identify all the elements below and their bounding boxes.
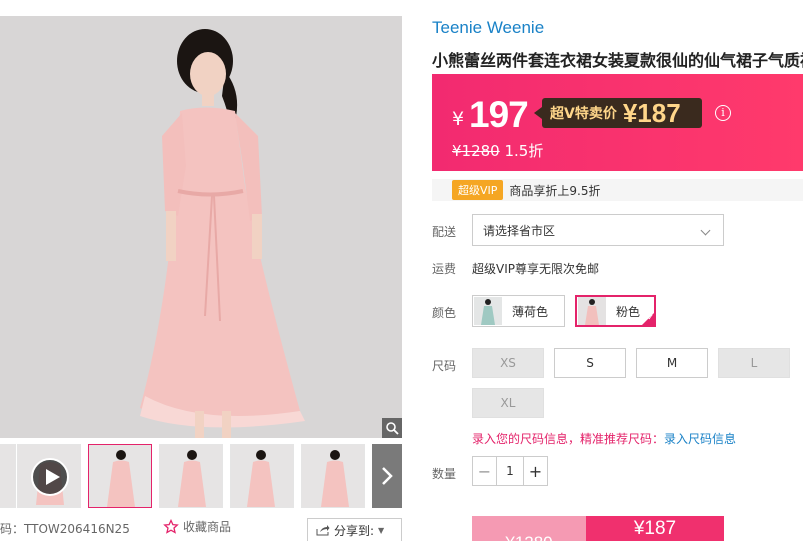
favorite-label: 收藏商品 [183, 520, 232, 534]
product-title: 小熊蕾丝两件套连衣裙女装夏款很仙的仙气裙子气质裙 [432, 51, 803, 70]
share-dropdown[interactable]: 分享到: ▼ [307, 518, 402, 541]
product-code: 编码：TTOW206416N25 [0, 520, 130, 537]
caret-down-icon: ▼ [378, 525, 385, 535]
thumbnail-strip [0, 444, 402, 508]
color-label: 颜色 [432, 306, 457, 320]
vip-price-label: 超V特卖价 [550, 106, 617, 122]
buy-vip-price-button[interactable]: ¥187 [586, 516, 724, 541]
share-icon [316, 525, 330, 536]
play-icon[interactable] [31, 458, 69, 496]
vip-discount-text: 商品享折上9.5折 [509, 183, 601, 198]
chevron-right-icon [382, 467, 393, 485]
buy-original-price-button[interactable]: ¥1280 [472, 516, 586, 541]
discount-text: 1.5折 [504, 142, 544, 160]
vip-price-value: ¥187 [622, 97, 681, 128]
size-info-link[interactable]: 录入尺码信息 [664, 432, 736, 446]
quantity-plus-button[interactable]: + [523, 457, 547, 485]
quantity-label: 数量 [432, 467, 457, 481]
info-icon[interactable]: i [715, 105, 731, 121]
shipping-value: 超级VIP尊享无限次免邮 [472, 262, 599, 276]
region-select[interactable]: 请选择省市区 [472, 214, 724, 246]
color-option-label: 粉色 [616, 304, 641, 319]
region-select-value: 请选择省市区 [483, 223, 556, 238]
favorite-button[interactable]: 收藏商品 [163, 518, 231, 535]
thumbnail[interactable] [230, 444, 294, 508]
main-product-photo[interactable] [0, 16, 402, 438]
product-code-label: 编码： [0, 522, 25, 536]
super-vip-badge: 超级VIP [452, 180, 504, 200]
quantity-stepper: − 1 + [472, 456, 548, 486]
price-panel: ¥ 197 超V特卖价 ¥187 i ¥1280 1.5折 [432, 74, 803, 171]
thumbnail[interactable] [0, 444, 16, 508]
size-option-l: L [718, 348, 790, 378]
thumbnail-active[interactable] [88, 444, 152, 508]
size-tip: 录入您的尺码信息，精准推荐尺码：录入尺码信息 [472, 430, 736, 447]
thumbnail-video[interactable] [17, 444, 81, 508]
original-price-row: ¥1280 1.5折 [452, 140, 543, 161]
buy-bar: ¥1280 ¥187 [472, 516, 724, 541]
color-swatch-image [578, 297, 606, 325]
shipping-label: 运费 [432, 262, 457, 276]
size-option-m[interactable]: M [636, 348, 708, 378]
star-icon [163, 518, 179, 534]
selected-check-icon [641, 312, 655, 326]
vip-discount-row: 超级VIP 商品享折上9.5折 [432, 179, 803, 201]
size-option-xs: XS [472, 348, 544, 378]
color-option-pink[interactable]: 粉色 [575, 295, 656, 327]
original-price: ¥1280 [452, 142, 500, 160]
quantity-minus-button[interactable]: − [473, 457, 497, 485]
product-code-value: TTOW206416N25 [24, 522, 130, 536]
vip-price-tag: 超V特卖价 ¥187 [534, 97, 702, 128]
model-photo-illustration [0, 16, 402, 438]
size-label: 尺码 [432, 359, 457, 373]
currency-symbol: ¥ [452, 108, 465, 130]
size-option-xl: XL [472, 388, 544, 418]
size-tip-text: 录入您的尺码信息，精准推荐尺码： [472, 432, 665, 446]
size-option-s[interactable]: S [554, 348, 626, 378]
color-swatch-image [474, 297, 502, 325]
chevron-down-icon [700, 225, 711, 236]
current-price: 197 [469, 94, 529, 135]
quantity-value[interactable]: 1 [497, 464, 523, 478]
brand-link[interactable]: Teenie Weenie [432, 18, 544, 38]
delivery-label: 配送 [432, 225, 457, 239]
next-thumbnail-button[interactable] [372, 444, 402, 508]
color-option-label: 薄荷色 [512, 304, 549, 319]
thumbnail[interactable] [301, 444, 365, 508]
share-label: 分享到: [334, 523, 375, 538]
color-option-mint[interactable]: 薄荷色 [472, 295, 565, 327]
zoom-icon[interactable] [382, 418, 402, 438]
thumbnail[interactable] [159, 444, 223, 508]
